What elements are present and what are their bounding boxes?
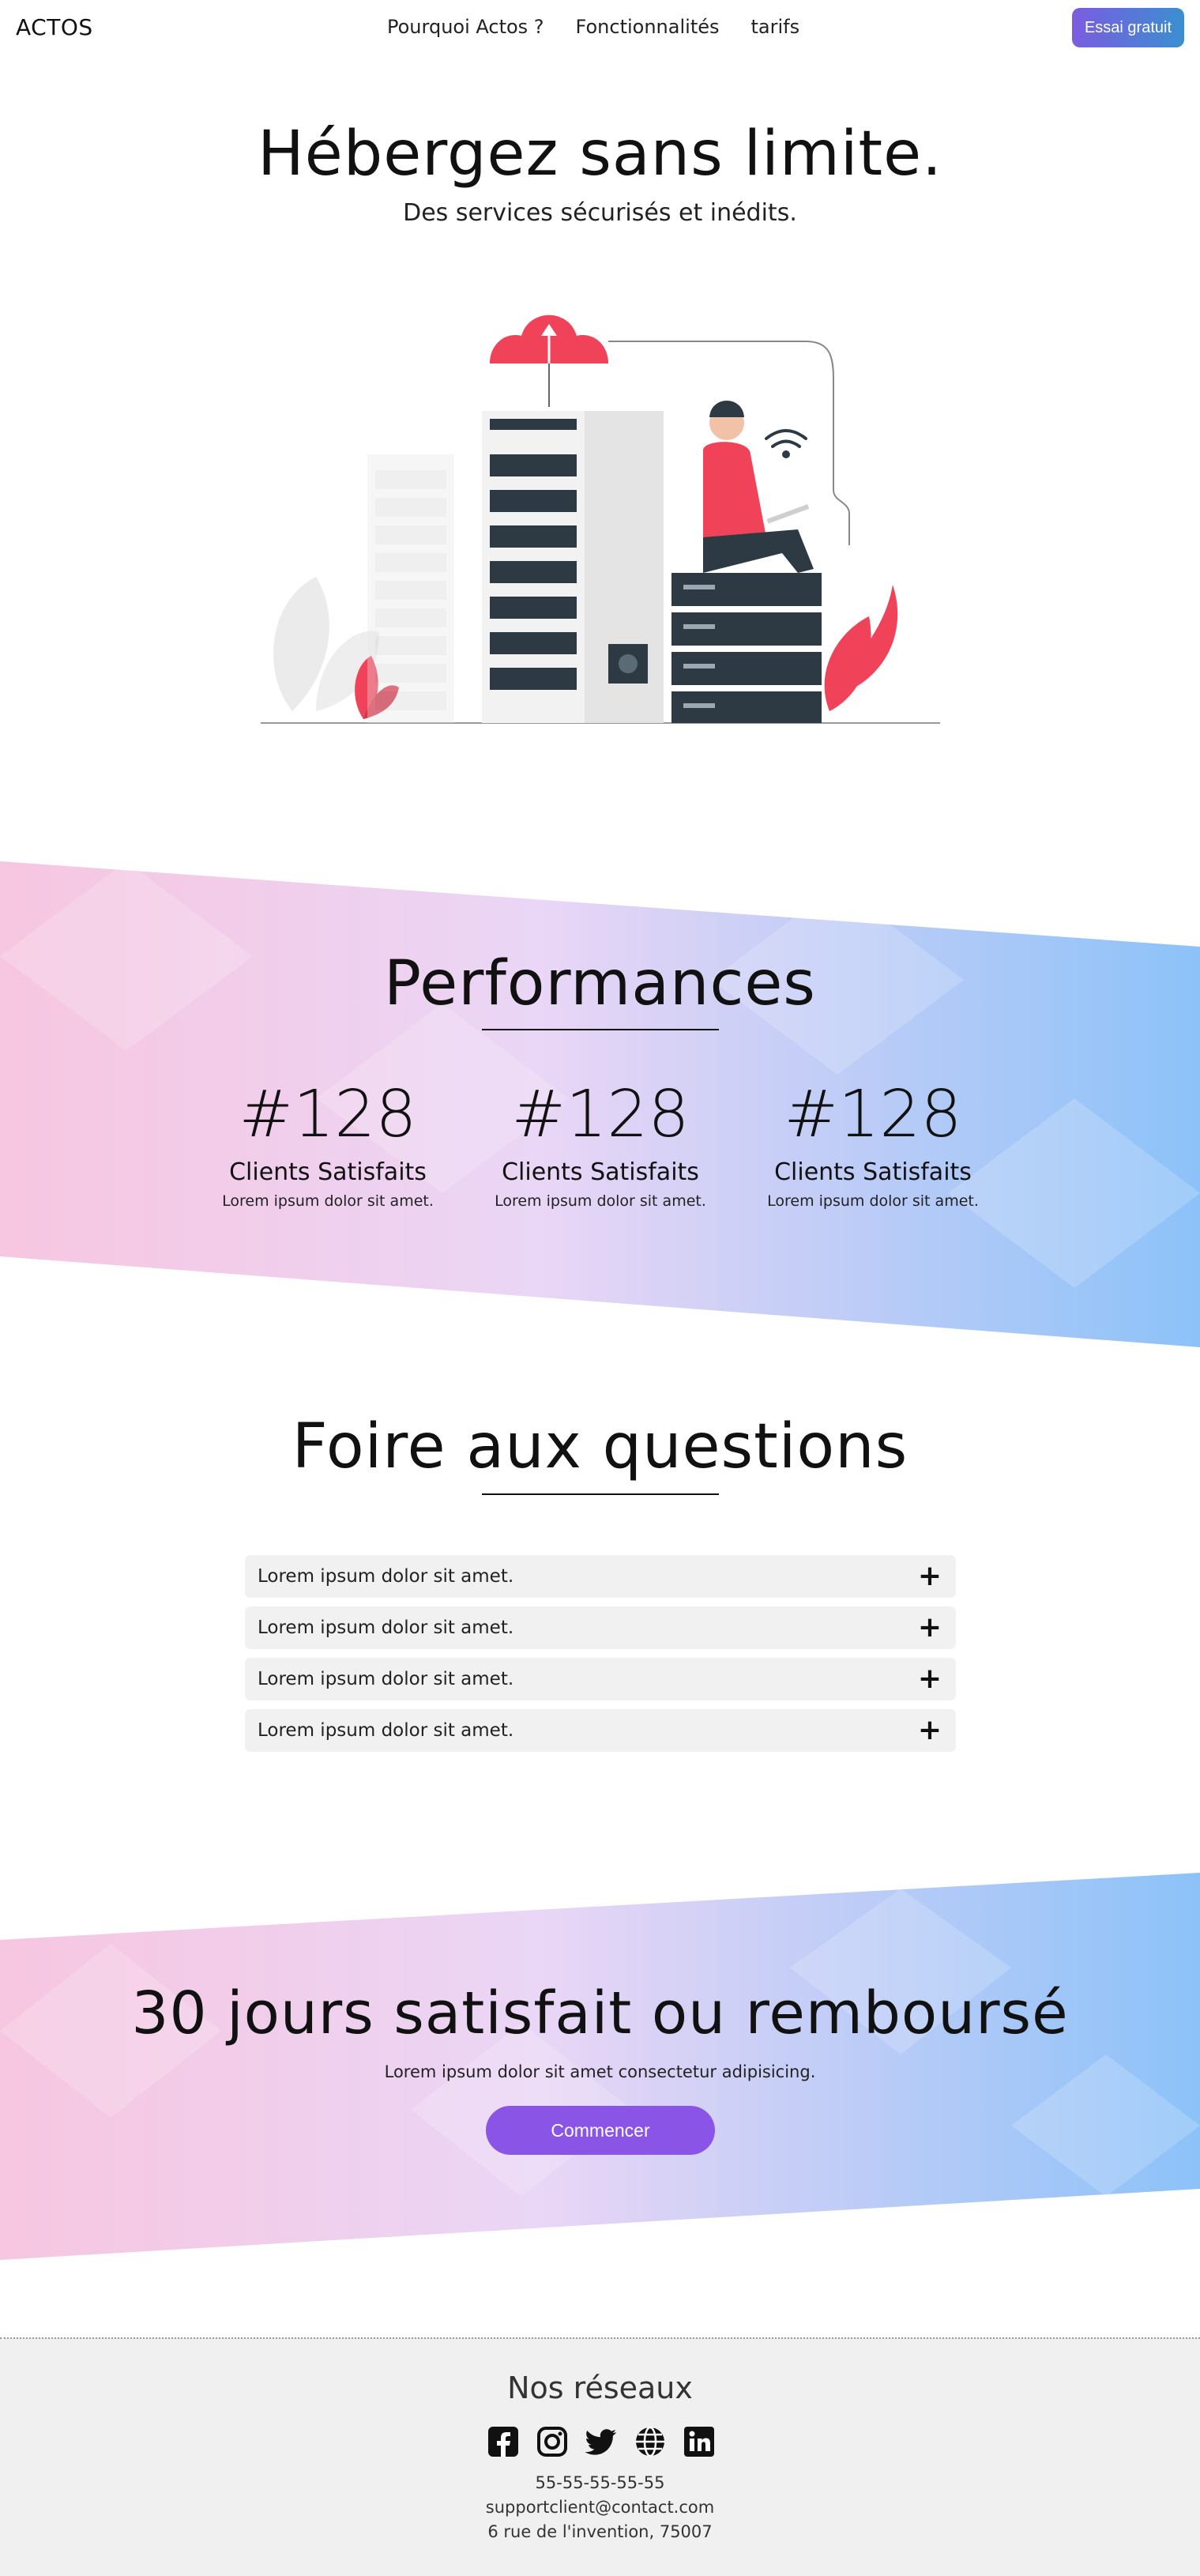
nav-link-fonctionnalites[interactable]: Fonctionnalités bbox=[576, 16, 720, 38]
faq-item[interactable]: Lorem ipsum dolor sit amet. + bbox=[245, 1658, 956, 1700]
server-stack bbox=[671, 573, 822, 723]
footer-title: Nos réseaux bbox=[507, 2371, 693, 2405]
guarantee-title: 30 jours satisfait ou remboursé bbox=[131, 1979, 1069, 2047]
person-figure bbox=[703, 401, 814, 573]
footer: Nos réseaux 55-55-55-55-55 supportclient… bbox=[0, 2337, 1200, 2576]
faq-question: Lorem ipsum dolor sit amet. bbox=[258, 1566, 514, 1587]
free-trial-button[interactable]: Essai gratuit bbox=[1072, 8, 1184, 47]
hero-subtitle: Des services sécurisés et inédits. bbox=[403, 199, 797, 227]
stat-value: #128 bbox=[784, 1077, 962, 1152]
top-nav: ACTOS Pourquoi Actos ? Fonctionnalités t… bbox=[0, 0, 1200, 54]
stat-description: Lorem ipsum dolor sit amet. bbox=[495, 1192, 706, 1210]
plus-icon[interactable]: + bbox=[918, 1614, 942, 1642]
stat-description: Lorem ipsum dolor sit amet. bbox=[222, 1192, 434, 1210]
nav-link-pourquoi[interactable]: Pourquoi Actos ? bbox=[387, 16, 544, 38]
social-links bbox=[486, 2424, 717, 2459]
nav-link-tarifs[interactable]: tarifs bbox=[751, 16, 800, 38]
server-rack-main bbox=[482, 411, 664, 723]
guarantee-subtitle: Lorem ipsum dolor sit amet consectetur a… bbox=[384, 2062, 816, 2081]
faq-title: Foire aux questions bbox=[292, 1411, 908, 1482]
decor-plant-red-large bbox=[824, 585, 898, 711]
start-button[interactable]: Commencer bbox=[486, 2106, 715, 2155]
instagram-icon[interactable] bbox=[535, 2424, 570, 2459]
performance-title: Performances bbox=[384, 948, 816, 1019]
stat-label: Clients Satisfaits bbox=[502, 1158, 699, 1186]
wifi-icon bbox=[765, 429, 807, 458]
hero-illustration bbox=[261, 314, 940, 724]
stat-label: Clients Satisfaits bbox=[229, 1158, 427, 1186]
stat-value: #128 bbox=[239, 1077, 417, 1152]
faq-item[interactable]: Lorem ipsum dolor sit amet. + bbox=[245, 1709, 956, 1752]
performance-title-underline bbox=[482, 1029, 719, 1030]
server-rack-back bbox=[367, 454, 454, 723]
logo[interactable]: ACTOS bbox=[16, 14, 93, 40]
faq-question: Lorem ipsum dolor sit amet. bbox=[258, 1669, 514, 1689]
faq-question: Lorem ipsum dolor sit amet. bbox=[258, 1720, 514, 1741]
footer-email[interactable]: supportclient@contact.com bbox=[0, 2498, 1200, 2517]
globe-icon[interactable] bbox=[633, 2424, 668, 2459]
plus-icon[interactable]: + bbox=[918, 1665, 942, 1693]
faq-title-underline bbox=[482, 1493, 719, 1495]
stat-card: #128 Clients Satisfaits Lorem ipsum dolo… bbox=[209, 1077, 446, 1211]
nav-links: Pourquoi Actos ? Fonctionnalités tarifs bbox=[387, 16, 799, 38]
hero-title: Hébergez sans limite. bbox=[258, 119, 942, 190]
stat-description: Lorem ipsum dolor sit amet. bbox=[767, 1192, 979, 1210]
stat-label: Clients Satisfaits bbox=[774, 1158, 972, 1186]
twitter-icon[interactable] bbox=[584, 2424, 619, 2459]
footer-phone: 55-55-55-55-55 bbox=[535, 2473, 665, 2492]
faq-list: Lorem ipsum dolor sit amet. + Lorem ipsu… bbox=[245, 1555, 956, 1761]
cloud-upload-icon bbox=[490, 314, 608, 407]
footer-address: 6 rue de l'invention, 75007 bbox=[487, 2522, 713, 2541]
plus-icon[interactable]: + bbox=[918, 1716, 942, 1745]
stat-value: #128 bbox=[511, 1077, 690, 1152]
plus-icon[interactable]: + bbox=[918, 1562, 942, 1591]
stat-card: #128 Clients Satisfaits Lorem ipsum dolo… bbox=[754, 1077, 991, 1211]
faq-question: Lorem ipsum dolor sit amet. bbox=[258, 1618, 514, 1638]
faq-item[interactable]: Lorem ipsum dolor sit amet. + bbox=[245, 1606, 956, 1649]
faq-item[interactable]: Lorem ipsum dolor sit amet. + bbox=[245, 1555, 956, 1598]
stat-card: #128 Clients Satisfaits Lorem ipsum dolo… bbox=[482, 1077, 719, 1211]
facebook-icon[interactable] bbox=[486, 2424, 521, 2459]
linkedin-icon[interactable] bbox=[682, 2424, 717, 2459]
